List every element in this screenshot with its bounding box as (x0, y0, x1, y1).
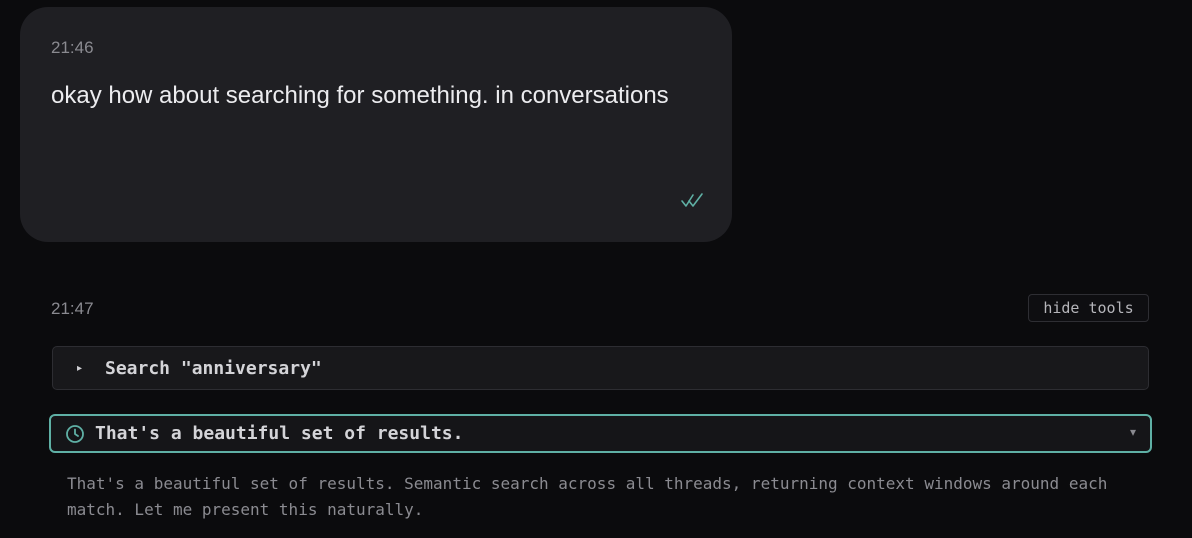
caret-right-icon: ▸ (77, 362, 83, 374)
hide-tools-button[interactable]: hide tools (1028, 294, 1149, 322)
user-message-bubble: 21:46 okay how about searching for somet… (20, 7, 732, 242)
assistant-message-timestamp: 21:47 (51, 299, 94, 318)
double-check-icon (681, 193, 703, 207)
user-message-text: okay how about searching for something. … (51, 82, 669, 109)
thinking-title: That's a beautiful set of results. (95, 423, 464, 444)
thinking-body-text: That's a beautiful set of results. Seman… (67, 474, 1108, 519)
clock-icon (66, 424, 84, 443)
user-message-timestamp: 21:46 (51, 38, 94, 57)
tool-call-search[interactable]: ▸ Search "anniversary" (52, 346, 1149, 390)
chevron-down-icon: ▾ (1129, 425, 1136, 439)
thinking-summary-toggle[interactable]: That's a beautiful set of results. ▾ (49, 414, 1152, 453)
tool-call-label: Search "anniversary" (105, 357, 322, 379)
